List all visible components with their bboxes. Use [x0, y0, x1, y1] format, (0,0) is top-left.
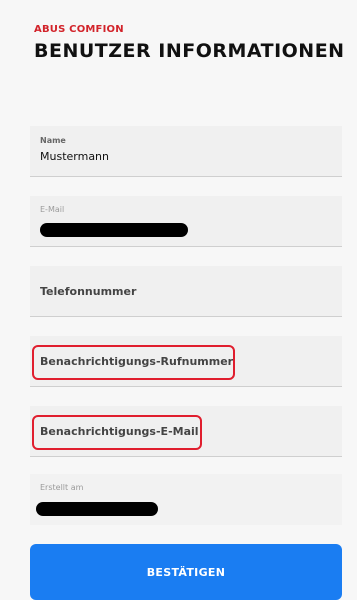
phone-field[interactable]: Telefonnummer: [30, 266, 342, 317]
highlight-box: [32, 345, 235, 380]
brand-label: ABUS COMFION: [34, 24, 124, 35]
name-value: Mustermann: [40, 150, 110, 163]
name-label: Name: [40, 136, 66, 145]
created-field: Erstellt am: [30, 474, 342, 525]
page-title: BENUTZER INFORMATIONEN: [34, 40, 345, 62]
header: ABUS COMFION BENUTZER INFORMATIONEN: [34, 24, 345, 63]
notification-email-field[interactable]: Benachrichtigungs-E-Mail: [30, 406, 342, 457]
created-redaction: [36, 502, 158, 516]
phone-placeholder: Telefonnummer: [40, 285, 137, 298]
email-field[interactable]: E-Mail: [30, 196, 342, 247]
email-redaction: [40, 223, 188, 237]
confirm-button[interactable]: BESTÄTIGEN: [30, 544, 342, 600]
name-field[interactable]: Name Mustermann: [30, 126, 342, 177]
created-label: Erstellt am: [40, 483, 84, 492]
confirm-button-label: BESTÄTIGEN: [146, 565, 226, 579]
notification-phone-field[interactable]: Benachrichtigungs-Rufnummer: [30, 336, 342, 387]
email-label: E-Mail: [40, 205, 65, 214]
highlight-box: [32, 415, 202, 450]
